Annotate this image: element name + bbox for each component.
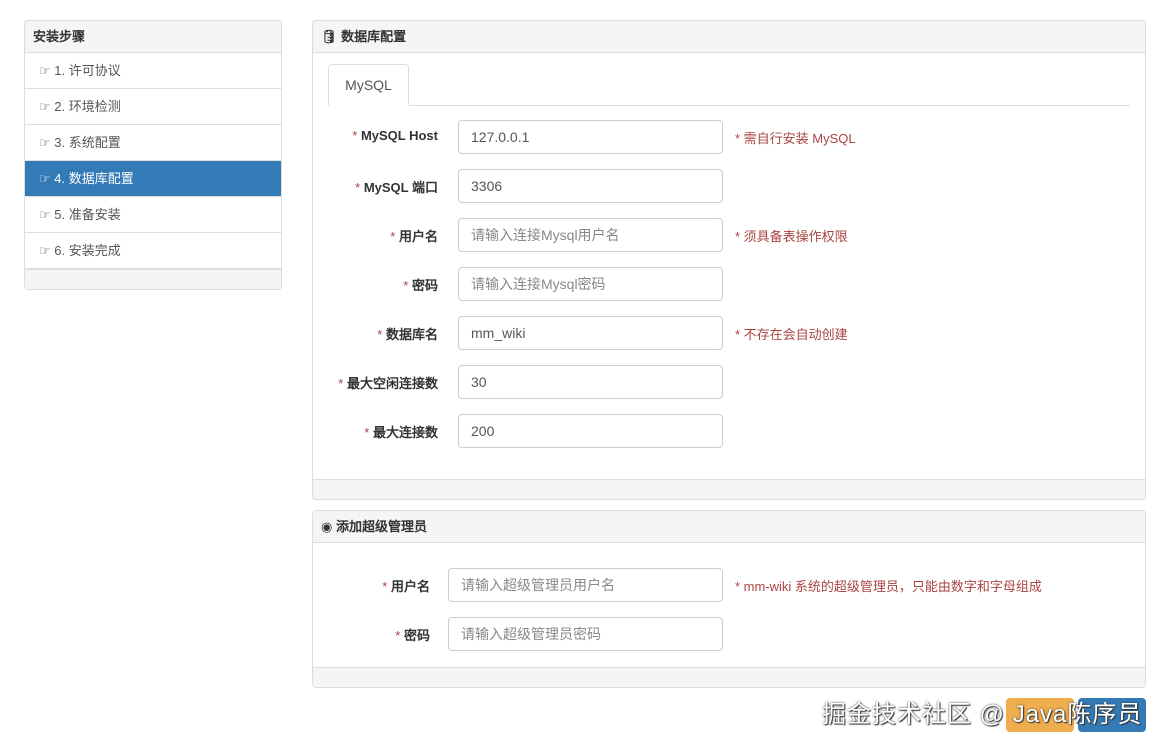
user-circle-icon: ◉ [321, 519, 333, 534]
panel-footer [25, 269, 281, 289]
step-item[interactable]: ☞ 6. 安装完成 [25, 233, 281, 269]
field-label: * 密码 [403, 278, 438, 293]
admin-username-input[interactable] [448, 568, 723, 602]
mysql-host-input[interactable] [458, 120, 723, 154]
step-item[interactable]: ☞ 3. 系统配置 [25, 125, 281, 161]
hand-point-right-icon: ☞ [39, 99, 51, 114]
step-label: 3. 系统配置 [54, 135, 121, 150]
database-config-header: 🛢 数据库配置 [313, 21, 1145, 53]
hand-point-right-icon: ☞ [39, 63, 51, 78]
form-row-mysql-port: * MySQL 端口 [313, 169, 1093, 203]
mysql-port-input[interactable] [458, 169, 723, 203]
install-steps-panel: 安装步骤 ☞ 1. 许可协议 ☞ 2. 环境检测 ☞ 3. 系统配置 ☞ 4. … [24, 20, 282, 290]
step-item[interactable]: ☞ 5. 准备安装 [25, 197, 281, 233]
step-label: 6. 安装完成 [54, 243, 121, 258]
form-row-admin-password: * 密码 [313, 617, 1093, 651]
add-admin-panel: ◉ 添加超级管理员 * 用户名 * mm-wiki 系统的超级管理员，只能由数字… [312, 510, 1146, 688]
field-hint: * 不存在会自动创建 [735, 327, 848, 342]
field-hint: * 须具备表操作权限 [735, 229, 848, 244]
admin-password-input[interactable] [448, 617, 723, 651]
step-label: 4. 数据库配置 [54, 171, 134, 186]
step-item[interactable]: ☞ 2. 环境检测 [25, 89, 281, 125]
field-hint: * mm-wiki 系统的超级管理员，只能由数字和字母组成 [735, 579, 1042, 594]
install-steps-title: 安装步骤 [25, 21, 281, 53]
max-open-conns-input[interactable] [458, 414, 723, 448]
step-label: 1. 许可协议 [54, 63, 121, 78]
field-label: * 数据库名 [377, 327, 438, 342]
field-label: * 最大空闲连接数 [338, 376, 438, 391]
watermark: 掘金技术社区 @ Java陈序员 [822, 701, 1143, 728]
form-row-max-open: * 最大连接数 [313, 414, 1093, 448]
form-row-admin-username: * 用户名 * mm-wiki 系统的超级管理员，只能由数字和字母组成 [313, 568, 1093, 602]
step-label: 2. 环境检测 [54, 99, 121, 114]
step-label: 5. 准备安装 [54, 207, 121, 222]
field-label: * 用户名 [382, 579, 430, 594]
form-row-max-idle: * 最大空闲连接数 [313, 365, 1093, 399]
form-row-db-username: * 用户名 * 须具备表操作权限 [313, 218, 1093, 252]
panel-footer [313, 479, 1145, 499]
hand-point-right-icon: ☞ [39, 207, 51, 222]
tab-mysql[interactable]: MySQL [328, 64, 409, 106]
field-hint: * 需自行安装 MySQL [735, 131, 856, 146]
field-label: * MySQL 端口 [355, 180, 438, 195]
add-admin-header: ◉ 添加超级管理员 [313, 511, 1145, 543]
db-name-input[interactable] [458, 316, 723, 350]
form-row-db-name: * 数据库名 * 不存在会自动创建 [313, 316, 1093, 350]
step-item-active[interactable]: ☞ 4. 数据库配置 [25, 161, 281, 197]
field-label: * 最大连接数 [364, 425, 438, 440]
field-label: * 密码 [395, 628, 430, 643]
tab-divider [328, 105, 1130, 106]
hand-point-right-icon: ☞ [39, 171, 51, 186]
form-row-db-password: * 密码 [313, 267, 1093, 301]
field-label: * MySQL Host [352, 128, 438, 143]
hand-point-right-icon: ☞ [39, 243, 51, 258]
database-config-title: 数据库配置 [341, 29, 407, 44]
field-label: * 用户名 [390, 229, 438, 244]
form-row-mysql-host: * MySQL Host * 需自行安装 MySQL [313, 120, 1093, 154]
db-username-input[interactable] [458, 218, 723, 252]
add-admin-title: 添加超级管理员 [335, 519, 427, 534]
max-idle-conns-input[interactable] [458, 365, 723, 399]
db-password-input[interactable] [458, 267, 723, 301]
database-config-panel: 🛢 数据库配置 MySQL * MySQL Host * 需自行安装 MySQL… [312, 20, 1146, 500]
panel-footer [313, 667, 1145, 687]
step-item[interactable]: ☞ 1. 许可协议 [25, 53, 281, 89]
database-icon: 🛢 [321, 29, 338, 44]
hand-point-right-icon: ☞ [39, 135, 51, 150]
